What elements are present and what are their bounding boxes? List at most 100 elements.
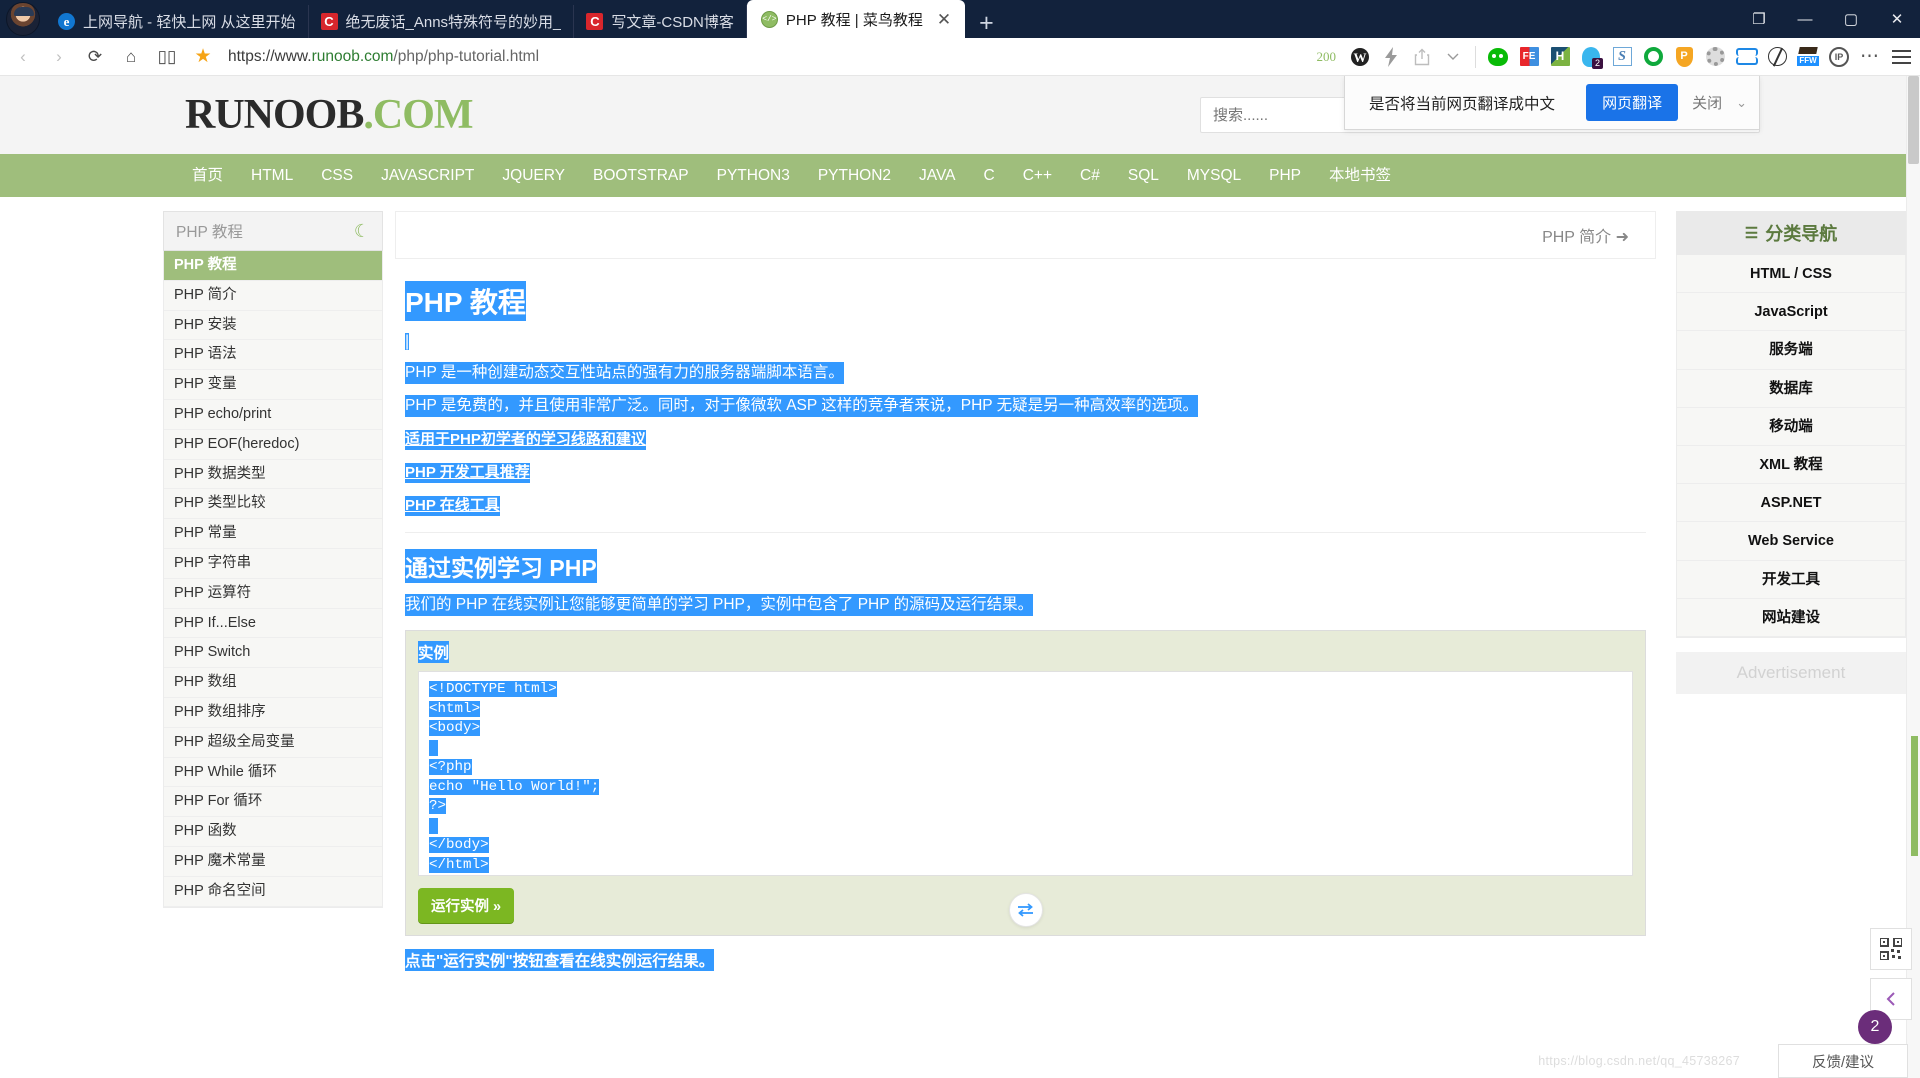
fe-icon[interactable] — [1514, 42, 1544, 72]
globe-icon[interactable] — [1762, 42, 1792, 72]
ip-search-icon[interactable] — [1824, 42, 1854, 72]
hamburger-menu-icon[interactable] — [1886, 42, 1916, 72]
sidebar-item-php-echo-print[interactable]: PHP echo/print — [164, 399, 382, 430]
browser-tab[interactable]: C 绝无废话_Anns特殊符号的妙用_ — [309, 5, 575, 38]
green-gear-icon[interactable] — [1638, 42, 1668, 72]
nav-item-css[interactable]: CSS — [307, 154, 367, 197]
new-tab-button[interactable]: + — [965, 11, 1008, 38]
sidebar-item-php-functions[interactable]: PHP 函数 — [164, 817, 382, 847]
category-item-html-css[interactable]: HTML / CSS — [1677, 255, 1905, 294]
sidebar-item-php-magic-constants[interactable]: PHP 魔术常量 — [164, 846, 382, 877]
back-icon[interactable]: ‹ — [6, 40, 40, 74]
swap-layout-icon[interactable] — [1008, 893, 1043, 927]
profile-avatar[interactable] — [6, 2, 40, 36]
sidebar-item-php-while[interactable]: PHP While 循环 — [164, 757, 382, 788]
lightning-icon[interactable] — [1376, 42, 1406, 72]
sidebar-item-php-arrays[interactable]: PHP 数组 — [164, 668, 382, 698]
nav-item-java[interactable]: JAVA — [905, 154, 969, 197]
sidebar-item-php-operators[interactable]: PHP 运算符 — [164, 578, 382, 609]
category-item-xml[interactable]: XML 教程 — [1677, 445, 1905, 485]
scrollbar-thumb[interactable] — [1908, 76, 1919, 164]
category-item-dev-tools[interactable]: 开发工具 — [1677, 560, 1905, 599]
close-window-icon[interactable]: ✕ — [1874, 0, 1920, 38]
sidebar-item-php-intro[interactable]: PHP 简介 — [164, 280, 382, 311]
wordpress-icon[interactable]: W — [1345, 42, 1375, 72]
sidebar-item-php-datatypes[interactable]: PHP 数据类型 — [164, 459, 382, 490]
ffw-icon[interactable] — [1793, 42, 1823, 72]
minimize-icon[interactable]: — — [1782, 0, 1828, 38]
sidebar-item-php-variables[interactable]: PHP 变量 — [164, 370, 382, 400]
shield-p-icon[interactable] — [1669, 42, 1699, 72]
qr-code-icon[interactable] — [1870, 928, 1912, 970]
gray-gear-icon[interactable] — [1700, 42, 1730, 72]
nav-item-python3[interactable]: PYTHON3 — [703, 154, 804, 197]
translate-page-button[interactable]: 网页翻译 — [1586, 84, 1679, 121]
nav-item-c[interactable]: C — [970, 154, 1009, 197]
reading-view-icon[interactable]: ▯▯ — [150, 40, 184, 74]
code-editor[interactable]: <!DOCTYPE html> <html> <body> <?php echo… — [418, 671, 1633, 876]
sidebar-item-php-switch[interactable]: PHP Switch — [164, 638, 382, 669]
category-item-database[interactable]: 数据库 — [1677, 369, 1905, 408]
notification-badge[interactable]: 2 — [1858, 1010, 1892, 1044]
h-icon[interactable] — [1545, 42, 1575, 72]
nav-item-python2[interactable]: PYTHON2 — [804, 154, 905, 197]
category-item-server[interactable]: 服务端 — [1677, 331, 1905, 370]
sidebar-item-php-tutorial[interactable]: PHP 教程 — [164, 251, 382, 281]
forward-icon[interactable]: › — [42, 40, 76, 74]
share-icon[interactable] — [1407, 42, 1437, 72]
sidebar-item-php-constants[interactable]: PHP 常量 — [164, 519, 382, 549]
nav-item-bootstrap[interactable]: BOOTSTRAP — [579, 154, 703, 197]
nav-item-mysql[interactable]: MYSQL — [1173, 154, 1255, 197]
translate-close-button[interactable]: 关闭 — [1692, 92, 1722, 113]
sogou-icon[interactable] — [1607, 42, 1637, 72]
link-dev-tools[interactable]: PHP 开发工具推荐 — [405, 463, 530, 483]
nav-item-csharp[interactable]: C# — [1066, 154, 1114, 197]
sidebar-item-php-if-else[interactable]: PHP If...Else — [164, 608, 382, 639]
run-example-button[interactable]: 运行实例 » — [418, 888, 515, 923]
link-beginner-roadmap[interactable]: 适用于PHP初学者的学习线路和建议 — [405, 430, 646, 450]
chevron-down-icon[interactable]: ⌄ — [1736, 95, 1747, 111]
favorite-star-icon[interactable]: ★ — [186, 40, 220, 74]
browser-tab[interactable]: C 写文章-CSDN博客 — [574, 5, 747, 38]
category-item-website-build[interactable]: 网站建设 — [1677, 598, 1905, 637]
nav-item-php[interactable]: PHP — [1255, 154, 1315, 197]
next-page-link[interactable]: PHP 简介 ➜ — [1542, 223, 1629, 247]
nav-item-html[interactable]: HTML — [237, 154, 307, 197]
sidebar-item-php-type-compare[interactable]: PHP 类型比较 — [164, 489, 382, 520]
category-item-aspnet[interactable]: ASP.NET — [1677, 484, 1905, 523]
nav-item-sql[interactable]: SQL — [1114, 154, 1173, 197]
home-icon[interactable]: ⌂ — [114, 40, 148, 74]
sidebar-item-php-syntax[interactable]: PHP 语法 — [164, 340, 382, 371]
sidebar-item-php-eof[interactable]: PHP EOF(heredoc) — [164, 429, 382, 460]
category-item-web-service[interactable]: Web Service — [1677, 522, 1905, 561]
maximize-icon[interactable]: ▢ — [1828, 0, 1874, 38]
feedback-button[interactable]: 反馈/建议 — [1778, 1044, 1908, 1078]
chevron-down-icon[interactable] — [1438, 42, 1468, 72]
sync-icon[interactable] — [1731, 42, 1761, 72]
link-online-tools[interactable]: PHP 在线工具 — [405, 496, 500, 516]
browser-tab-active[interactable]: PHP 教程 | 菜鸟教程 ✕ — [746, 0, 966, 38]
category-item-mobile[interactable]: 移动端 — [1677, 407, 1905, 446]
sidebar-item-php-array-sort[interactable]: PHP 数组排序 — [164, 697, 382, 728]
more-options-icon[interactable]: ⋯ — [1855, 42, 1885, 72]
dark-mode-moon-icon[interactable]: ☾ — [354, 221, 370, 242]
close-icon[interactable]: ✕ — [937, 11, 951, 28]
sidebar-item-php-strings[interactable]: PHP 字符串 — [164, 548, 382, 579]
nav-item-javascript[interactable]: JAVASCRIPT — [367, 154, 488, 197]
sidebar-item-php-install[interactable]: PHP 安装 — [164, 310, 382, 341]
sidebar-item-php-superglobals[interactable]: PHP 超级全局变量 — [164, 727, 382, 758]
nav-item-home[interactable]: 首页 — [178, 154, 237, 197]
browser-tab[interactable]: e 上网导航 - 轻快上网 从这里开始 — [46, 5, 309, 38]
reload-icon[interactable]: ⟳ — [78, 40, 112, 74]
wechat-icon[interactable] — [1483, 42, 1513, 72]
restore-down-icon[interactable]: ❐ — [1736, 0, 1782, 38]
nav-item-jquery[interactable]: JQUERY — [488, 154, 579, 197]
sidebar-search-box[interactable]: PHP 教程 ☾ — [163, 211, 383, 251]
sidebar-item-php-for[interactable]: PHP For 循环 — [164, 787, 382, 818]
nav-item-bookmarks[interactable]: 本地书签 — [1315, 154, 1405, 197]
qq-icon[interactable] — [1576, 42, 1606, 72]
site-logo[interactable]: RUNOOB.COM — [185, 91, 474, 139]
address-bar[interactable]: https://www. runoob.com/php/php-tutorial.… — [222, 42, 1307, 72]
nav-item-cpp[interactable]: C++ — [1009, 154, 1066, 197]
sidebar-item-php-namespace[interactable]: PHP 命名空间 — [164, 876, 382, 907]
